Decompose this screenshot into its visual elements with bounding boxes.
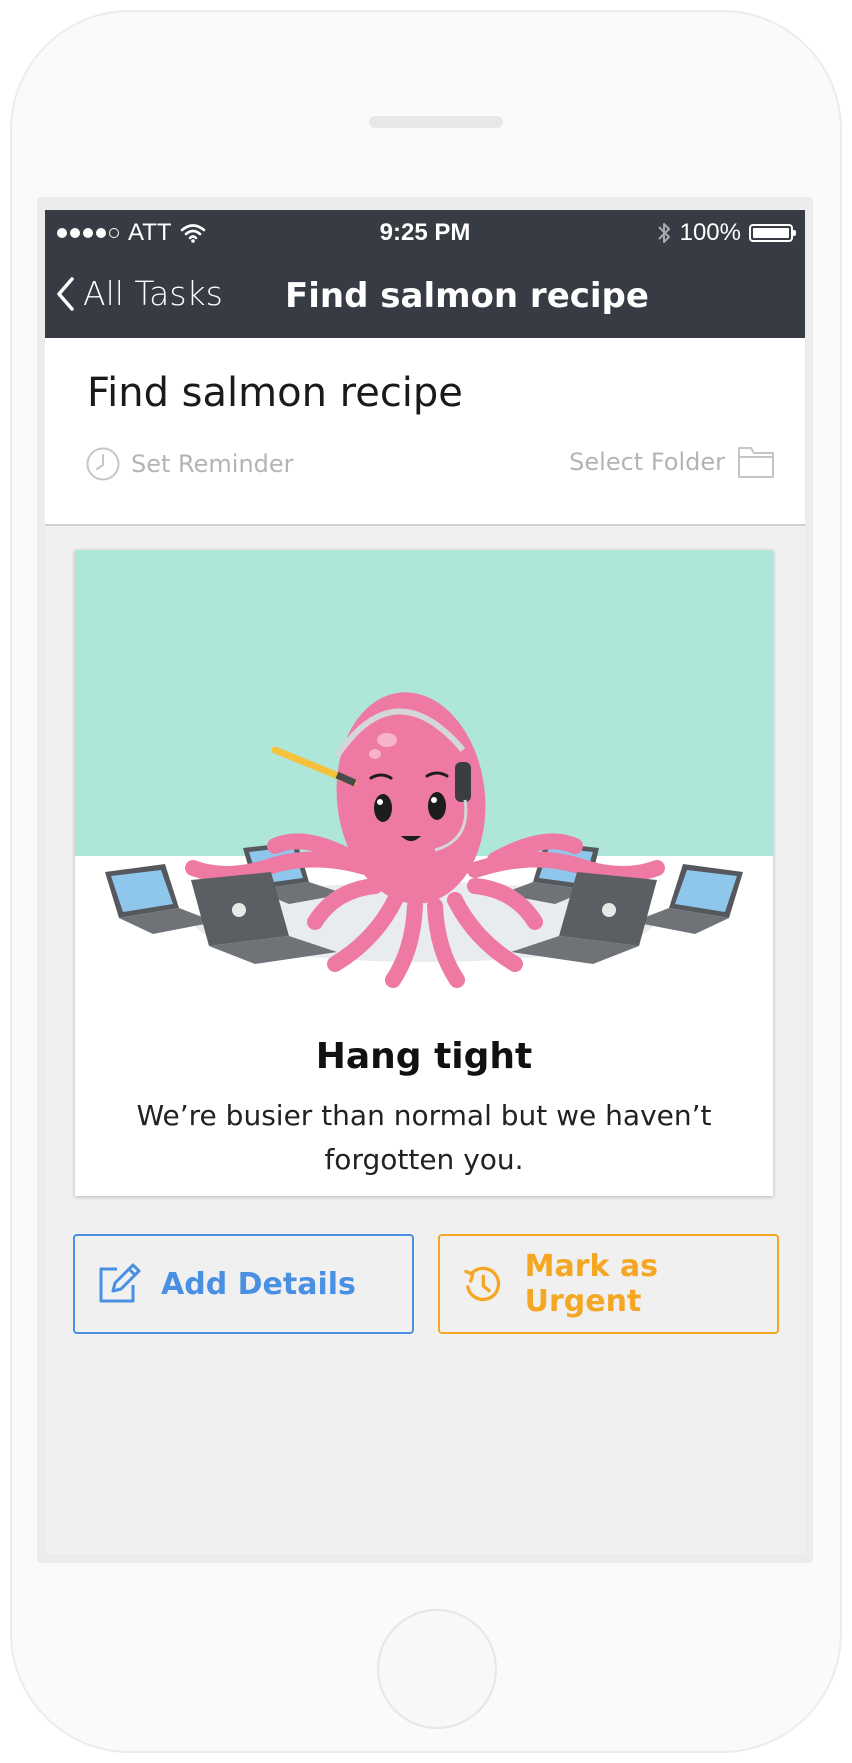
add-details-button[interactable]: Add Details [73,1234,414,1334]
back-button[interactable]: All Tasks [55,274,223,313]
edit-icon [99,1263,141,1303]
status-bar: ATT 9:25 PM 100% [45,210,805,254]
message-body: We’re busier than normal but we haven’t … [136,1099,712,1176]
task-header: Find salmon recipe Set Reminder Select F… [45,338,805,526]
bluetooth-icon [657,223,670,243]
mark-urgent-label: Mark as Urgent [524,1249,659,1319]
status-card: Hang tight We’re busier than normal but … [75,550,773,1196]
message-title: Hang tight [315,1036,533,1077]
add-details-label: Add Details [161,1266,356,1302]
phone-speaker [369,116,503,128]
select-folder-button[interactable]: Select Folder [569,444,775,480]
battery-icon [749,224,796,242]
app-screen: ATT 9:25 PM 100% All Tasks Find salmon r… [45,210,805,1554]
history-icon [464,1266,501,1302]
set-reminder-label: Set Reminder [131,450,294,478]
folder-icon [738,447,774,478]
octopus-illustration [75,550,773,1022]
set-reminder-button[interactable]: Set Reminder [85,446,294,482]
clock-icon [86,447,120,481]
home-button[interactable] [377,1609,497,1729]
battery-percent: 100% [679,219,741,246]
task-title: Find salmon recipe [87,370,463,416]
chevron-left-icon [57,276,74,311]
status-right: 100% [656,219,796,247]
select-folder-label: Select Folder [569,448,725,476]
nav-title: Find salmon recipe [285,276,649,316]
back-label: All Tasks [83,274,223,313]
mark-urgent-button[interactable]: Mark as Urgent [438,1234,779,1334]
nav-bar: All Tasks Find salmon recipe [45,254,805,338]
